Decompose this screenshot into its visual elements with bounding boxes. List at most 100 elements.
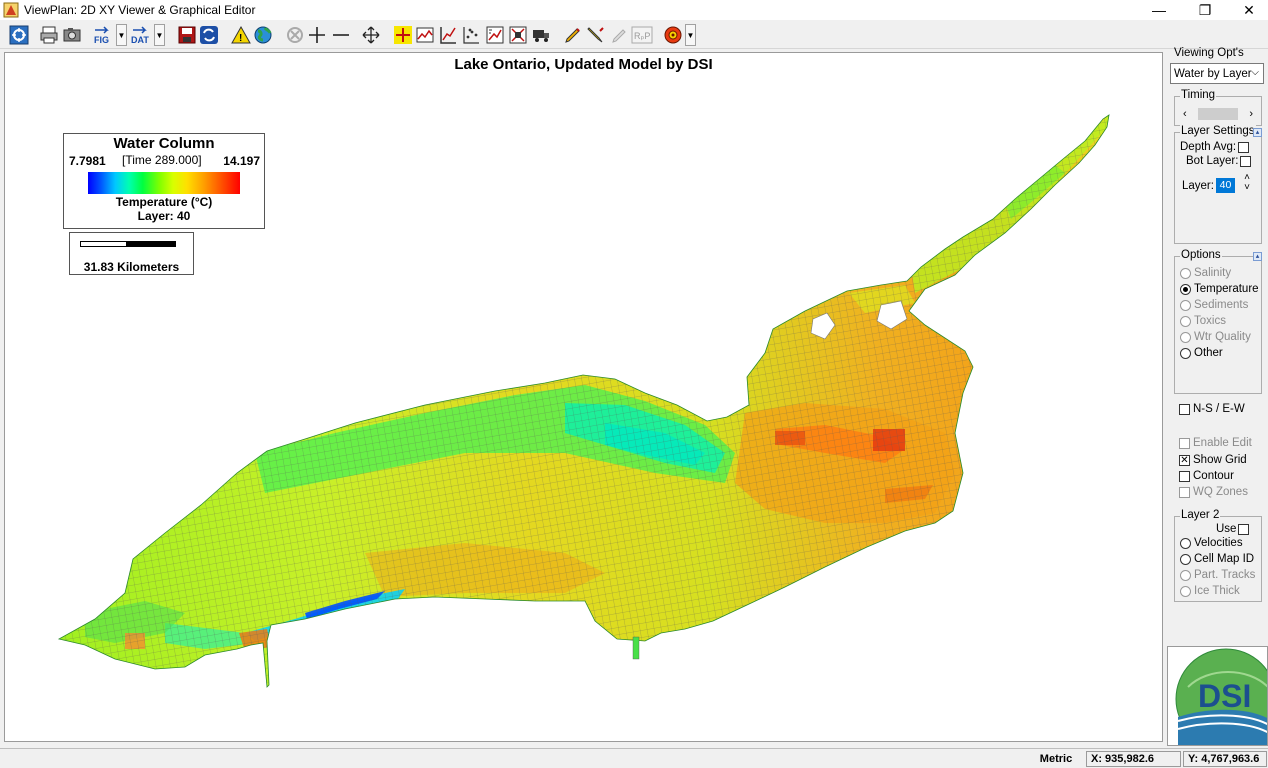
save-icon [178,26,196,44]
camera-button[interactable] [61,24,83,46]
part-tracks-radio[interactable] [1180,569,1191,581]
truck-button[interactable] [530,24,552,46]
cell-plot-icon [509,26,527,44]
ns-ew-checkbox[interactable] [1179,403,1190,415]
depth-avg-checkbox[interactable] [1238,141,1250,153]
viewing-mode-select[interactable]: Water by Layer ⌵ [1170,63,1264,84]
cell-map-id-radio[interactable] [1180,553,1191,565]
add-point-button[interactable] [306,24,328,46]
show-grid-checkbox[interactable]: ✕ [1179,454,1190,466]
option-salinity[interactable]: Salinity [1180,267,1231,279]
fig-export-button[interactable]: FIG [92,24,114,46]
refresh-button[interactable] [198,24,220,46]
globe-button[interactable] [252,24,274,46]
collapse-icon[interactable]: ▴ [1253,128,1262,137]
zoom-extents-button[interactable] [8,24,30,46]
points-button[interactable] [460,24,482,46]
close-button[interactable]: ✕ [1226,0,1268,20]
add-point-icon [309,27,325,43]
pen-button[interactable] [562,24,584,46]
settings-button[interactable] [662,24,684,46]
wq-zones-option[interactable]: WQ Zones [1179,486,1248,498]
enable-edit-checkbox[interactable] [1179,437,1190,449]
settings-icon [664,26,682,44]
option-wtr-quality[interactable]: Wtr Quality [1180,331,1251,343]
pen-icon [565,28,580,43]
contour-option[interactable]: Contour [1179,470,1234,482]
bot-layer-option[interactable]: Bot Layer: [1186,155,1254,167]
use-checkbox[interactable] [1238,523,1250,535]
spinner-down-icon[interactable]: ˅ [1241,183,1253,193]
option-temperature[interactable]: Temperature [1180,283,1259,295]
timing-scroll-thumb[interactable] [1197,108,1239,120]
temperature-radio[interactable] [1180,283,1191,295]
profile-icon [440,27,456,44]
legend-color-bar [88,172,240,194]
ice-thick-radio[interactable] [1180,585,1191,597]
time-series-button[interactable] [414,24,436,46]
minimize-button[interactable]: — [1136,0,1182,20]
layer-settings-group: Layer Settings ▴ Depth Avg: Bot Layer: L… [1174,125,1262,244]
map-canvas[interactable]: Lake Ontario, Updated Model by DSI Water… [4,52,1163,742]
sediments-radio[interactable] [1180,299,1191,311]
layer-settings-label: Layer Settings [1180,125,1256,137]
layer2-cell-map-id[interactable]: Cell Map ID [1180,553,1254,565]
salinity-radio[interactable] [1180,267,1191,279]
scale-bar[interactable]: 31.83 Kilometers [69,232,194,275]
print-button[interactable] [38,24,60,46]
dat-export-button[interactable]: DAT [130,24,152,46]
fig-dropdown-button[interactable]: ▼ [116,24,127,46]
velocities-label: Velocities [1194,537,1243,549]
restore-button[interactable]: ❐ [1182,0,1228,20]
minus-button[interactable] [330,24,352,46]
depth-avg-label: Depth Avg: [1180,141,1237,153]
move-button[interactable] [360,24,382,46]
cell-plot-button[interactable] [507,24,529,46]
rp-button[interactable]: RₚP [631,24,653,46]
wtr-quality-radio[interactable] [1180,331,1191,343]
pencil-button[interactable] [585,24,607,46]
layer2-part-tracks[interactable]: Part. Tracks [1180,569,1255,581]
scroll-left-icon[interactable]: ‹ [1178,108,1192,120]
ice-thick-label: Ice Thick [1194,585,1240,597]
layer-input[interactable]: 40 [1215,178,1235,193]
layer2-use-option[interactable]: Use [1216,523,1252,535]
option-sediments[interactable]: Sediments [1180,299,1248,311]
warning-button[interactable]: ! [230,24,252,46]
timing-scrollbar[interactable]: ‹ › [1178,106,1258,122]
option-other[interactable]: Other [1180,347,1223,359]
window-title: ViewPlan: 2D XY Viewer & Graphical Edito… [24,3,256,17]
contour-checkbox[interactable] [1179,470,1190,482]
layer2-velocities[interactable]: Velocities [1180,537,1243,549]
move-icon [362,26,380,44]
show-grid-option[interactable]: ✕ Show Grid [1179,454,1247,466]
pan-disabled-button[interactable] [284,24,306,46]
dat-dropdown-button[interactable]: ▼ [154,24,165,46]
enable-edit-option[interactable]: Enable Edit [1179,437,1252,449]
dat-label: DAT [131,35,149,45]
ns-ew-option[interactable]: N-S / E-W [1179,403,1245,415]
scroll-right-icon[interactable]: › [1244,108,1258,120]
other-radio[interactable] [1180,347,1191,359]
wq-zones-checkbox[interactable] [1179,486,1190,498]
layer2-ice-thick[interactable]: Ice Thick [1180,585,1240,597]
depth-avg-option[interactable]: Depth Avg: [1180,141,1252,153]
save-button[interactable] [176,24,198,46]
disabled-draw-button[interactable] [608,24,630,46]
crosshair-icon [394,26,412,44]
profile-button[interactable] [437,24,459,46]
bot-layer-checkbox[interactable] [1240,155,1252,167]
collapse-icon[interactable]: ▴ [1253,252,1262,261]
option-toxics[interactable]: Toxics [1180,315,1226,327]
crosshair-button[interactable] [392,24,414,46]
vector-plot-button[interactable] [484,24,506,46]
toxics-radio[interactable] [1180,315,1191,327]
color-legend[interactable]: Water Column 7.7981 [Time 289.000] 14.19… [63,133,265,229]
velocities-radio[interactable] [1180,537,1191,549]
legend-min-value: 7.7981 [69,154,106,168]
settings-dropdown-button[interactable]: ▼ [685,24,696,46]
chevron-down-icon: ▼ [155,30,164,40]
layer-spinner[interactable]: ˄ ˅ [1241,173,1253,193]
legend-max-value: 14.197 [223,154,260,168]
show-grid-label: Show Grid [1193,454,1247,466]
